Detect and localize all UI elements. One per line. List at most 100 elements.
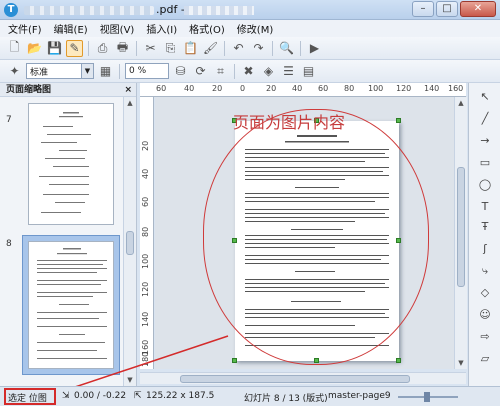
crop-icon[interactable]: ⌗ bbox=[212, 63, 229, 80]
scrollbar-thumb[interactable] bbox=[126, 231, 134, 255]
menu-insert[interactable]: 插入(I) bbox=[146, 21, 177, 36]
ruler-label: 120 bbox=[141, 281, 150, 297]
slide-thumbnail-7[interactable] bbox=[28, 103, 114, 225]
fill-bucket-icon[interactable]: ⛁ bbox=[172, 63, 189, 80]
copy-icon[interactable]: ⎘ bbox=[162, 40, 179, 57]
ruler-label: 80 bbox=[344, 84, 355, 93]
menu-edit[interactable]: 编辑(E) bbox=[54, 21, 88, 36]
canvas-scrollbar[interactable]: ▲ ▼ bbox=[454, 97, 467, 369]
text-icon[interactable]: T bbox=[477, 199, 493, 215]
slide-thumbnail-8[interactable] bbox=[28, 241, 114, 369]
style-select-value: 标准 bbox=[30, 67, 49, 78]
resize-handle[interactable] bbox=[396, 118, 401, 123]
connector-icon[interactable]: ⤷ bbox=[477, 263, 493, 279]
save-icon[interactable]: 💾 bbox=[46, 40, 63, 57]
panel-close-icon[interactable]: × bbox=[124, 83, 132, 97]
menu-bar: 文件(F) 编辑(E) 视图(V) 插入(I) 格式(O) 修改(M) bbox=[0, 20, 500, 37]
position-icon: ⇲ bbox=[62, 391, 70, 401]
slide-show-icon[interactable]: ▶ bbox=[306, 40, 323, 57]
rotate-icon[interactable]: ⟳ bbox=[192, 63, 209, 80]
status-master: master-page9 bbox=[328, 391, 391, 401]
rectangle-icon[interactable]: ▭ bbox=[477, 155, 493, 171]
scrollbar-thumb[interactable] bbox=[457, 167, 465, 287]
resize-handle[interactable] bbox=[232, 358, 237, 363]
ruler-label: 120 bbox=[396, 84, 412, 93]
scrollbar-thumb[interactable] bbox=[180, 375, 410, 383]
canvas-h-scrollbar[interactable] bbox=[140, 372, 466, 384]
slide-canvas[interactable]: 页面为图片内容 bbox=[155, 97, 466, 369]
panel-title: 页面缩略图 bbox=[6, 85, 52, 95]
print-icon[interactable]: 🖶 bbox=[114, 40, 131, 57]
zoom-slider-knob[interactable] bbox=[424, 392, 430, 402]
scroll-up-icon[interactable]: ▲ bbox=[124, 97, 136, 109]
style-select[interactable]: 标准 ▼ bbox=[26, 63, 94, 79]
cut-icon[interactable]: ✂ bbox=[142, 40, 159, 57]
title-redacted bbox=[24, 6, 154, 15]
close-button[interactable]: ✕ bbox=[460, 1, 496, 17]
ellipse-icon[interactable]: ◯ bbox=[477, 177, 493, 193]
align-icon[interactable]: ☰ bbox=[280, 63, 297, 80]
ruler-label: 80 bbox=[141, 226, 150, 237]
distribute-icon[interactable]: ▤ bbox=[300, 63, 317, 80]
minimize-button[interactable]: – bbox=[412, 1, 434, 17]
toolbar-separator bbox=[272, 40, 273, 56]
ruler-label: 140 bbox=[141, 311, 150, 327]
vertical-ruler: 20 40 60 80 100 120 140 160 180 bbox=[140, 97, 154, 369]
undo-icon[interactable]: ↶ bbox=[230, 40, 247, 57]
scroll-down-icon[interactable]: ▼ bbox=[455, 357, 467, 369]
select-arrow-icon[interactable]: ↖ bbox=[477, 89, 493, 105]
drawing-toolbar: ↖ ╱ → ▭ ◯ T Ŧ ʃ ⤷ ◇ ☺ ⇨ ▱ bbox=[468, 83, 500, 386]
paste-icon[interactable]: 📋 bbox=[182, 40, 199, 57]
magic-wand-icon[interactable]: ✦ bbox=[6, 63, 23, 80]
ruler-label: 40 bbox=[184, 84, 195, 93]
scroll-down-icon[interactable]: ▼ bbox=[124, 374, 136, 386]
annotation-text: 页面为图片内容 bbox=[233, 113, 346, 132]
block-arrows-icon[interactable]: ⇨ bbox=[477, 329, 493, 345]
open-folder-icon[interactable]: 📂 bbox=[26, 40, 43, 57]
menu-file[interactable]: 文件(F) bbox=[8, 21, 42, 36]
line-style-icon[interactable]: ▦ bbox=[97, 63, 114, 80]
arrange-icon[interactable]: ◈ bbox=[260, 63, 277, 80]
ruler-label: 140 bbox=[424, 84, 440, 93]
clone-format-icon[interactable]: 🖌 bbox=[202, 40, 219, 57]
slide-number: 7 bbox=[6, 115, 12, 125]
vertical-text-icon[interactable]: Ŧ bbox=[477, 219, 493, 235]
thumbnail-text-lines bbox=[39, 112, 91, 213]
menu-modify[interactable]: 修改(M) bbox=[237, 21, 273, 36]
zoom-icon[interactable]: 🔍 bbox=[278, 40, 295, 57]
status-bar: 选定 位图 ⇲ 0.00 / -0.22 ⇱ 125.22 x 187.5 幻灯… bbox=[0, 386, 500, 406]
status-slide-info: 幻灯片 8 / 13 (版式) bbox=[244, 394, 328, 404]
delete-icon[interactable]: ✖ bbox=[240, 63, 257, 80]
thumbnail-scrollbar[interactable]: ▲ ▼ bbox=[123, 97, 136, 386]
redo-icon[interactable]: ↷ bbox=[250, 40, 267, 57]
arrow-line-icon[interactable]: → bbox=[477, 133, 493, 149]
panel-header: 页面缩略图 × bbox=[0, 83, 136, 97]
resize-handle[interactable] bbox=[396, 358, 401, 363]
window-title: .pdf - bbox=[156, 3, 185, 16]
ruler-label: 60 bbox=[318, 84, 329, 93]
annotation-oval bbox=[203, 109, 429, 365]
maximize-button[interactable]: □ bbox=[436, 1, 458, 17]
toolbar-separator bbox=[119, 63, 120, 79]
transparency-field[interactable]: 0 % bbox=[125, 63, 169, 79]
status-object-type: 选定 位图 bbox=[8, 394, 47, 404]
chevron-down-icon: ▼ bbox=[81, 64, 93, 78]
title-redacted-2 bbox=[184, 6, 254, 15]
scroll-up-icon[interactable]: ▲ bbox=[455, 97, 467, 109]
toolbar-separator bbox=[234, 63, 235, 79]
toolbar-separator bbox=[224, 40, 225, 56]
edit-mode-icon[interactable]: ✎ bbox=[66, 39, 83, 57]
menu-format[interactable]: 格式(O) bbox=[189, 21, 225, 36]
new-document-icon[interactable]: 🗋 bbox=[6, 40, 23, 57]
symbol-shapes-icon[interactable]: ☺ bbox=[477, 307, 493, 323]
slide-number: 8 bbox=[6, 239, 12, 249]
ruler-label: 60 bbox=[141, 196, 150, 207]
app-logo-icon: T bbox=[4, 3, 18, 17]
basic-shapes-icon[interactable]: ◇ bbox=[477, 285, 493, 301]
ruler-label: 160 bbox=[448, 84, 464, 93]
line-icon[interactable]: ╱ bbox=[477, 111, 493, 127]
flowchart-icon[interactable]: ▱ bbox=[477, 351, 493, 367]
menu-view[interactable]: 视图(V) bbox=[100, 21, 135, 36]
curve-icon[interactable]: ʃ bbox=[477, 241, 493, 257]
export-pdf-icon[interactable]: ⎙ bbox=[94, 40, 111, 57]
